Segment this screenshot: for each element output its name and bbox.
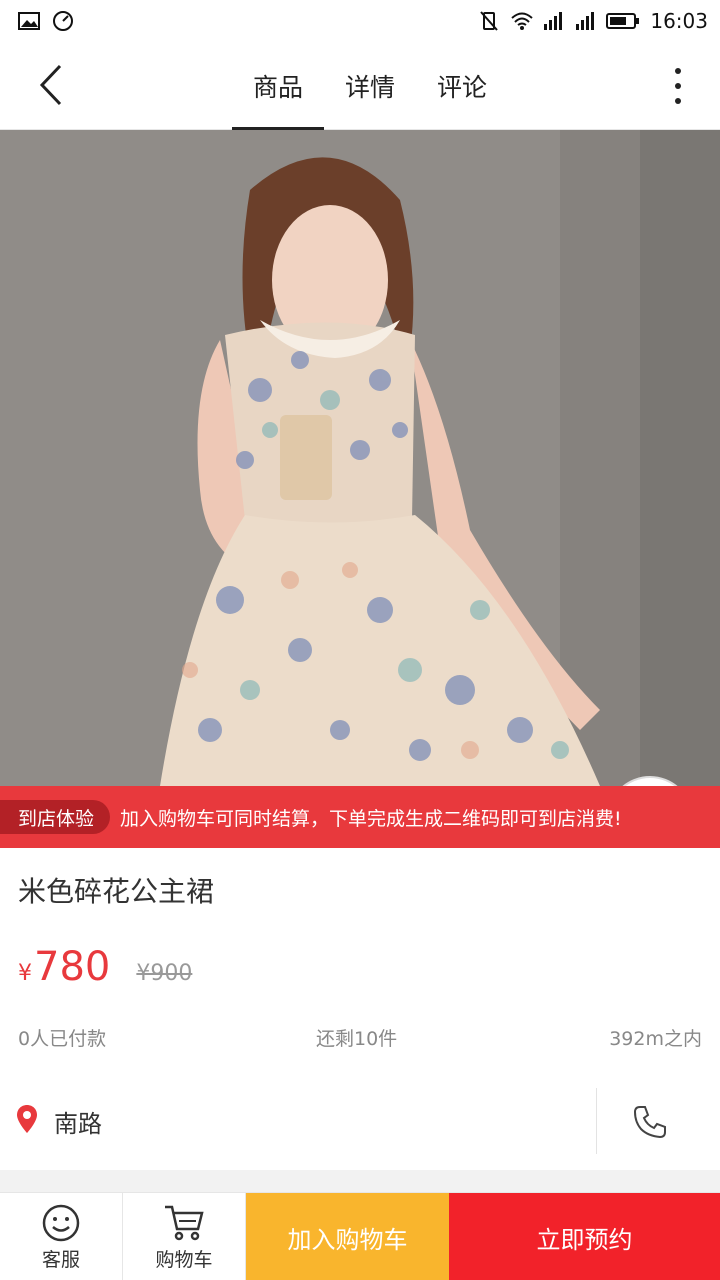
tab-bar: 商品 详情 评论 (232, 42, 508, 130)
wifi-icon (510, 10, 534, 32)
more-dot (675, 68, 681, 74)
cart-label: 购物车 (155, 1248, 213, 1271)
call-button[interactable] (626, 1100, 674, 1144)
vibrate-off-icon (478, 10, 500, 32)
product-stats: 0人已付款 还剩10件 392m之内 (18, 1024, 702, 1051)
vertical-divider (596, 1088, 597, 1154)
product-photo (0, 130, 720, 786)
more-dot (675, 98, 681, 104)
current-price: 780 (34, 944, 111, 990)
paid-count: 0人已付款 (18, 1028, 107, 1050)
location-pin-icon (16, 1104, 38, 1138)
more-dot (675, 83, 681, 89)
smiley-icon (42, 1204, 80, 1241)
store-name: 南路 (54, 1110, 102, 1138)
add-to-cart-button[interactable]: 加入购物车 (246, 1193, 449, 1280)
stock-remaining: 还剩10件 (316, 1028, 398, 1050)
more-menu-button[interactable] (666, 64, 690, 108)
status-time: 16:03 (650, 9, 708, 33)
signal-icon (542, 10, 564, 32)
customer-service-label: 客服 (41, 1248, 80, 1271)
price-row: ¥ 780 ¥900 (18, 944, 192, 990)
tab-details[interactable]: 详情 (324, 42, 416, 130)
promo-badge: 到店体验 (0, 800, 111, 834)
signal-icon (574, 10, 596, 32)
distance: 392m之内 (609, 1028, 702, 1050)
product-info: 米色碎花公主裙 ¥ 780 ¥900 0人已付款 还剩10件 392m之内 南路 (0, 848, 720, 1170)
store-row[interactable]: 南路 (0, 1088, 720, 1154)
tab-reviews[interactable]: 评论 (416, 42, 508, 130)
currency-symbol: ¥ (18, 961, 32, 986)
promo-text: 加入购物车可同时结算，下单完成生成二维码即可到店消费! (120, 807, 622, 830)
product-image[interactable]: 图文 详情 (0, 130, 720, 786)
status-bar: 16:03 (0, 0, 720, 42)
customer-service-button[interactable]: 客服 (0, 1193, 123, 1280)
bottom-action-bar: 客服 购物车 加入购物车 立即预约 (0, 1192, 720, 1280)
gallery-icon (18, 10, 40, 32)
speed-icon (52, 10, 74, 32)
cart-button[interactable]: 购物车 (123, 1193, 246, 1280)
phone-icon (633, 1106, 666, 1139)
battery-icon (606, 10, 640, 32)
original-price: ¥900 (136, 961, 193, 986)
back-arrow-icon (39, 64, 62, 106)
product-title: 米色碎花公主裙 (18, 875, 215, 908)
nav-bar: 商品 详情 评论 (0, 42, 720, 130)
cart-icon (165, 1205, 204, 1240)
tab-product[interactable]: 商品 (232, 42, 324, 130)
book-now-button[interactable]: 立即预约 (449, 1193, 720, 1280)
back-button[interactable] (26, 60, 76, 110)
promo-banner: 到店体验 加入购物车可同时结算，下单完成生成二维码即可到店消费! (0, 786, 720, 848)
